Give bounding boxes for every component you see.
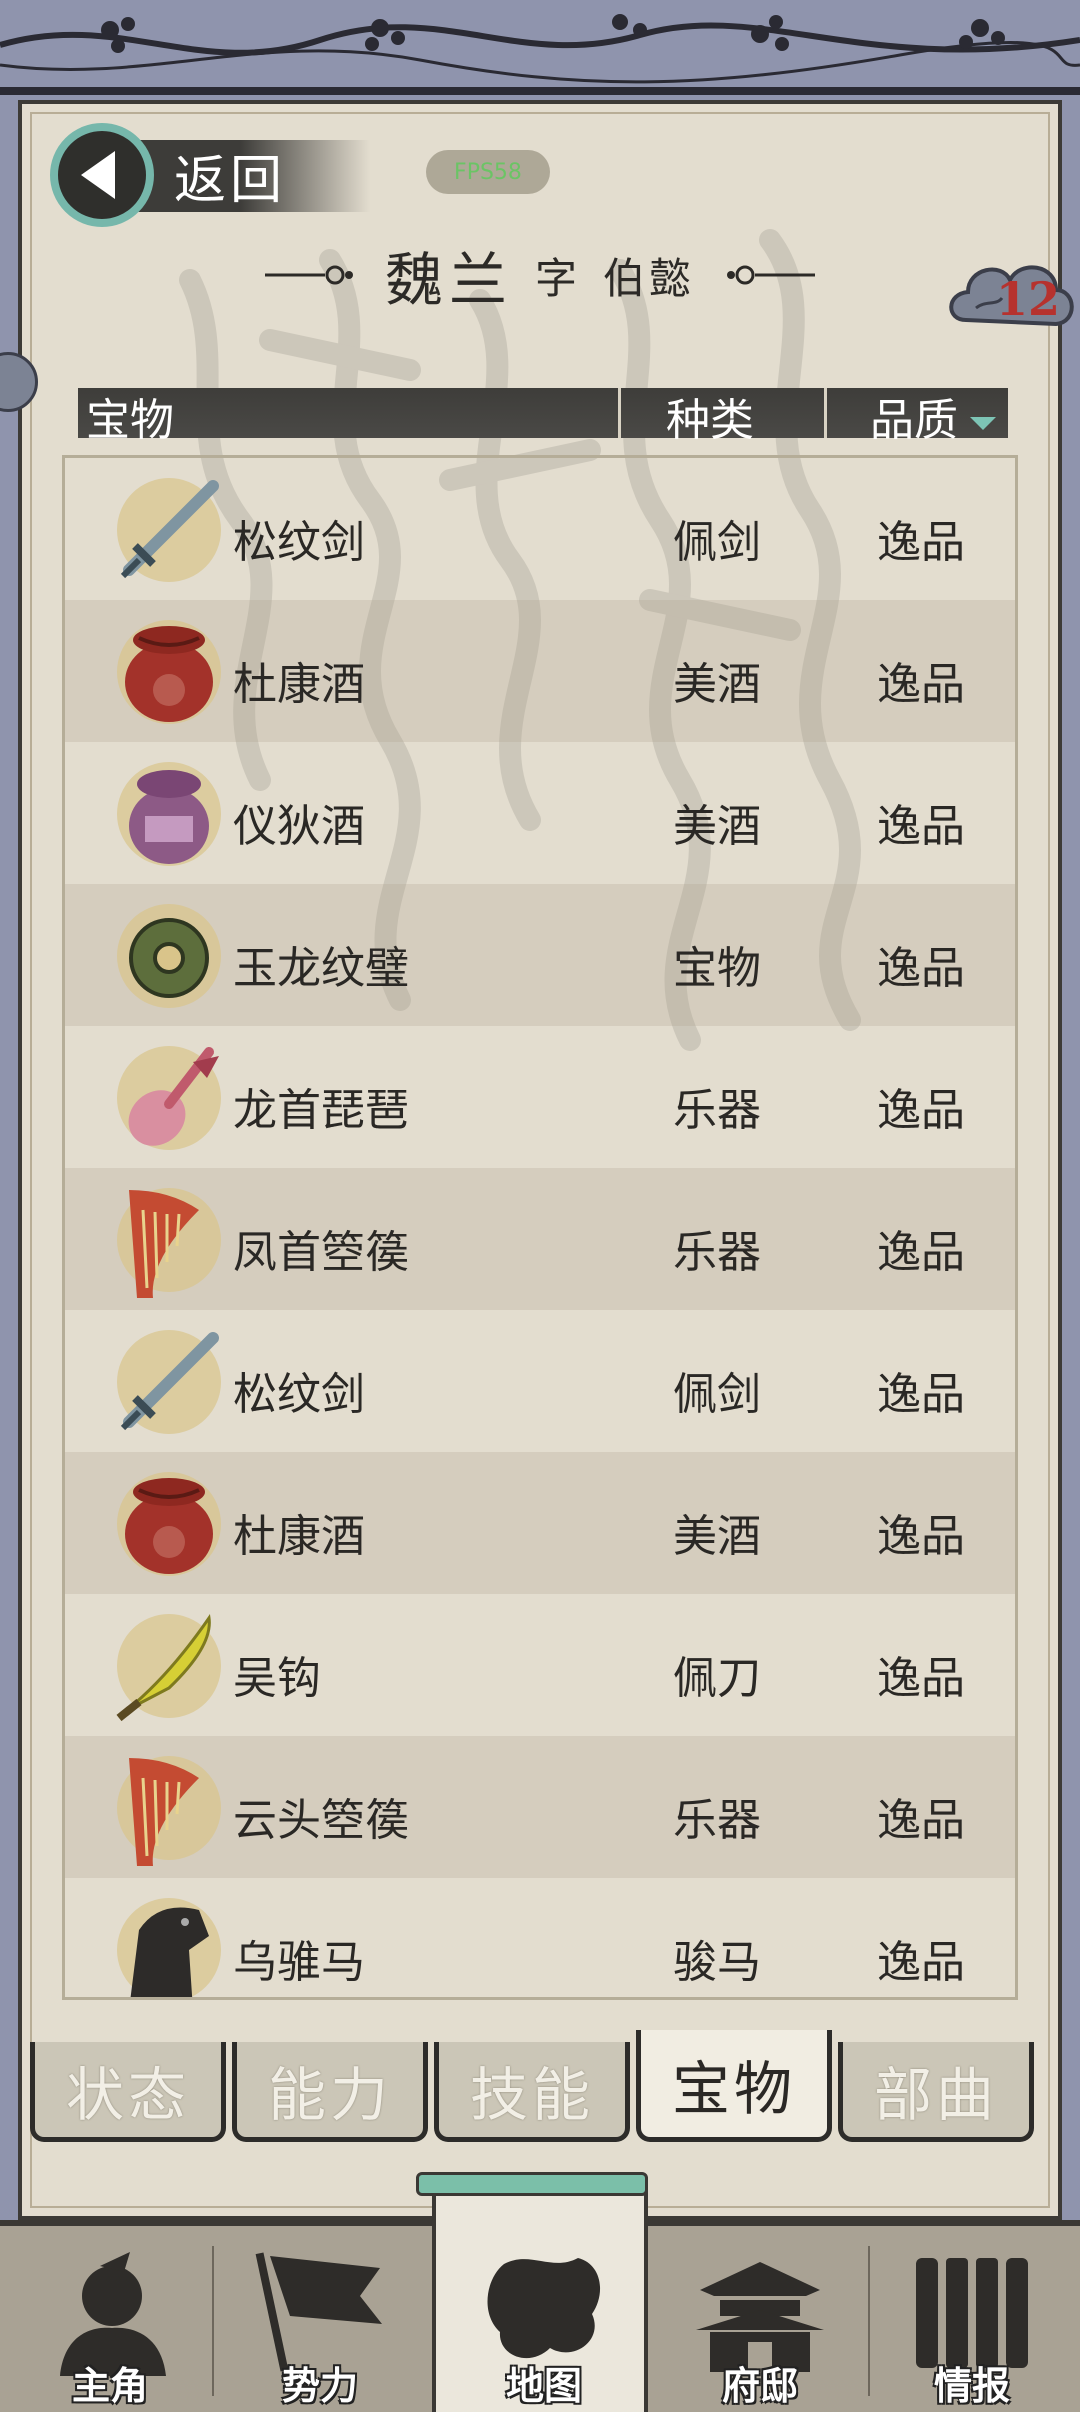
item-type: 乐器 — [673, 1227, 761, 1278]
back-arrow-icon — [50, 123, 154, 227]
item-name: 玉龙纹璧 — [233, 943, 409, 994]
pipa-icon — [117, 1046, 221, 1150]
sword-icon — [117, 1330, 221, 1434]
item-type: 佩剑 — [673, 517, 761, 568]
floral-pattern-icon — [0, 14, 1080, 84]
red-wine-jar-icon — [117, 1472, 221, 1576]
item-name: 龙首琵琶 — [233, 1085, 409, 1136]
table-row[interactable]: 松纹剑 佩剑 逸品 — [65, 458, 1015, 600]
item-type: 美酒 — [673, 801, 761, 852]
item-name: 凤首箜篌 — [233, 1227, 409, 1278]
tab-troops[interactable]: 部曲 — [838, 2042, 1034, 2142]
nav-faction[interactable]: 势力 — [220, 2226, 420, 2412]
table-row[interactable]: 云头箜篌 乐器 逸品 — [65, 1736, 1015, 1878]
table-row[interactable]: 松纹剑 佩剑 逸品 — [65, 1310, 1015, 1452]
item-type: 乐器 — [673, 1795, 761, 1846]
item-quality: 逸品 — [877, 1511, 965, 1562]
item-name: 云头箜篌 — [233, 1795, 409, 1846]
item-name: 杜康酒 — [233, 659, 365, 710]
tab-skill[interactable]: 技能 — [434, 2042, 630, 2142]
item-name: 杜康酒 — [233, 1511, 365, 1562]
table-row[interactable]: 杜康酒 美酒 逸品 — [65, 600, 1015, 742]
item-name: 仪狄酒 — [233, 801, 365, 852]
character-tabs: 状态 能力 技能 宝物 部曲 — [30, 2030, 1050, 2142]
nav-label-intel: 情报 — [933, 2363, 1010, 2408]
harp-icon — [117, 1756, 221, 1866]
item-type: 佩刀 — [673, 1653, 761, 1704]
item-quality: 逸品 — [877, 659, 965, 710]
item-type: 美酒 — [673, 1511, 761, 1562]
item-type: 宝物 — [673, 943, 761, 994]
harp-icon — [117, 1188, 221, 1298]
item-quality: 逸品 — [877, 517, 965, 568]
table-row[interactable]: 玉龙纹璧 宝物 逸品 — [65, 884, 1015, 1026]
quality-header-label: 品质 — [870, 395, 958, 446]
back-label: 返回 — [174, 150, 287, 211]
purple-wine-jar-icon — [117, 762, 221, 866]
tab-treasure[interactable]: 宝物 — [636, 2030, 832, 2142]
table-row[interactable]: 龙首琵琶 乐器 逸品 — [65, 1026, 1015, 1168]
item-name: 乌骓马 — [233, 1937, 365, 1988]
character-name: 魏兰 — [384, 246, 513, 314]
table-row[interactable]: 杜康酒 美酒 逸品 — [65, 1452, 1015, 1594]
column-divider — [824, 388, 827, 438]
tab-status[interactable]: 状态 — [30, 2042, 226, 2142]
item-quality: 逸品 — [877, 1369, 965, 1420]
left-ornament-icon — [264, 265, 353, 285]
item-type: 佩剑 — [673, 1369, 761, 1420]
column-header-type[interactable]: 种类 — [666, 384, 754, 448]
sort-down-icon — [970, 417, 996, 430]
character-name-header: 魏兰 字 伯懿 — [0, 235, 1080, 315]
nav-divider — [212, 2246, 214, 2396]
table-row[interactable]: 仪狄酒 美酒 逸品 — [65, 742, 1015, 884]
saber-icon — [116, 1613, 221, 1722]
table-row[interactable]: 吴钩 佩刀 逸品 — [65, 1594, 1015, 1736]
count-badge: 12 — [946, 250, 1076, 350]
top-decorative-band — [0, 0, 1080, 95]
active-tab-cap — [416, 2172, 648, 2196]
item-type: 骏马 — [673, 1937, 761, 1988]
nav-label-map: 地图 — [505, 2363, 582, 2408]
nav-divider — [868, 2246, 870, 2396]
table-row[interactable]: 乌骓马 骏马 逸品 — [65, 1878, 1015, 1997]
table-header: 宝物 种类 品质 — [78, 388, 1008, 446]
nav-hero[interactable]: 主角 — [10, 2226, 210, 2412]
item-quality: 逸品 — [877, 1795, 965, 1846]
item-quality: 逸品 — [877, 1227, 965, 1278]
bottom-nav: 主角 势力 地图 府邸 情报 — [0, 2172, 1080, 2412]
item-name: 松纹剑 — [233, 1369, 365, 1420]
back-button[interactable]: 返回 — [50, 120, 370, 230]
red-wine-jar-icon — [117, 620, 221, 724]
column-header-quality[interactable]: 品质 — [870, 384, 996, 448]
table-row[interactable]: 凤首箜篌 乐器 逸品 — [65, 1168, 1015, 1310]
jade-disc-icon — [117, 904, 221, 1008]
item-quality: 逸品 — [877, 1653, 965, 1704]
badge-count: 12 — [996, 272, 1061, 326]
right-ornament-icon — [727, 265, 816, 285]
item-quality: 逸品 — [877, 943, 965, 994]
item-quality: 逸品 — [877, 801, 965, 852]
nav-label-faction: 势力 — [281, 2363, 358, 2408]
item-type: 美酒 — [673, 659, 761, 710]
nav-intel[interactable]: 情报 — [872, 2226, 1072, 2412]
nav-label-hero: 主角 — [71, 2363, 148, 2408]
column-divider — [618, 388, 621, 438]
courtesy-name: 伯懿 — [603, 253, 696, 303]
item-name: 吴钩 — [233, 1653, 321, 1704]
nav-mansion[interactable]: 府邸 — [660, 2226, 860, 2412]
courtesy-prefix: 字 — [534, 253, 581, 303]
horse-icon — [117, 1898, 221, 1997]
treasure-list[interactable]: 松纹剑 佩剑 逸品 杜康酒 美酒 逸品 仪狄酒 美酒 逸品 玉龙纹璧 宝物 逸品 龙首琵琶 乐器 逸品 凤首箜… — [62, 455, 1018, 2000]
item-quality: 逸品 — [877, 1937, 965, 1988]
column-header-item[interactable]: 宝物 — [86, 384, 174, 448]
item-type: 乐器 — [673, 1085, 761, 1136]
item-name: 松纹剑 — [233, 517, 365, 568]
tab-ability[interactable]: 能力 — [232, 2042, 428, 2142]
sword-icon — [117, 478, 221, 582]
nav-map[interactable]: 地图 — [416, 2172, 648, 2412]
nav-label-mansion: 府邸 — [721, 2363, 798, 2408]
item-quality: 逸品 — [877, 1085, 965, 1136]
fps-counter: FPS58 — [426, 150, 550, 194]
